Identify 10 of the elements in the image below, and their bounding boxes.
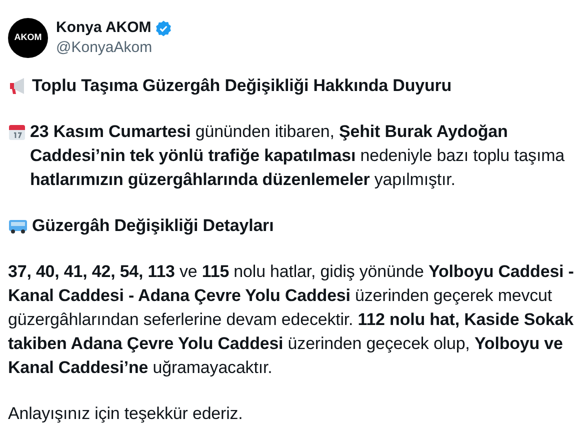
avatar[interactable]: AKOM: [8, 18, 48, 58]
bus-icon: [8, 218, 28, 234]
section-heading: Güzergâh Değişikliği Detayları: [32, 215, 274, 237]
paragraph: Anlayışınız için teşekkür ederiz.: [8, 403, 243, 425]
account-handle[interactable]: @KonyaAkom: [56, 38, 172, 58]
paragraph: 23 Kasım Cumartesi gününden itibaren, Şehit Burak Aydoğan Caddesi’nin tek yönlü trafiğe kapatılması nedeniyle bazı toplu taşıma hatlarımızın güzergâhlarında düzenlemeler yapılmıştır.: [30, 121, 566, 191]
calendar-icon: [8, 123, 26, 141]
paragraph: 37, 40, 41, 42, 54, 113 ve 115 nolu hatlar, gidiş yönünde Yolboyu Caddesi - Kanal Caddesi - Adana Çevre Yolu Caddesi üzerinden geçerek mevcut güzergâhlarından seferlerine devam edecektir. 112 nolu hat, Kaside Sokak takiben Adana Çevre Yolu Caddesi üzerinden geçecek olup, Yolboyu ve Kanal Caddesi’ne uğramayacaktır.: [8, 261, 575, 379]
account-name[interactable]: Konya AKOM: [56, 18, 152, 38]
section-heading: Toplu Taşıma Güzergâh Değişikliği Hakkında Duyuru: [32, 75, 452, 97]
